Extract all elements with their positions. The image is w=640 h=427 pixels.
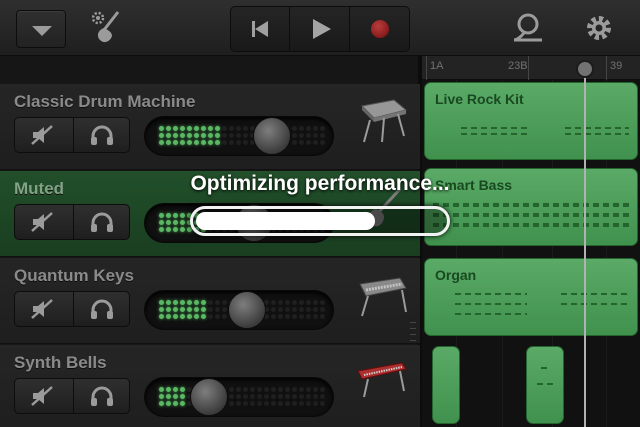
optimizing-message: Optimizing performance... bbox=[190, 172, 450, 195]
progress-bar bbox=[190, 206, 450, 236]
progress-fill bbox=[196, 212, 375, 230]
